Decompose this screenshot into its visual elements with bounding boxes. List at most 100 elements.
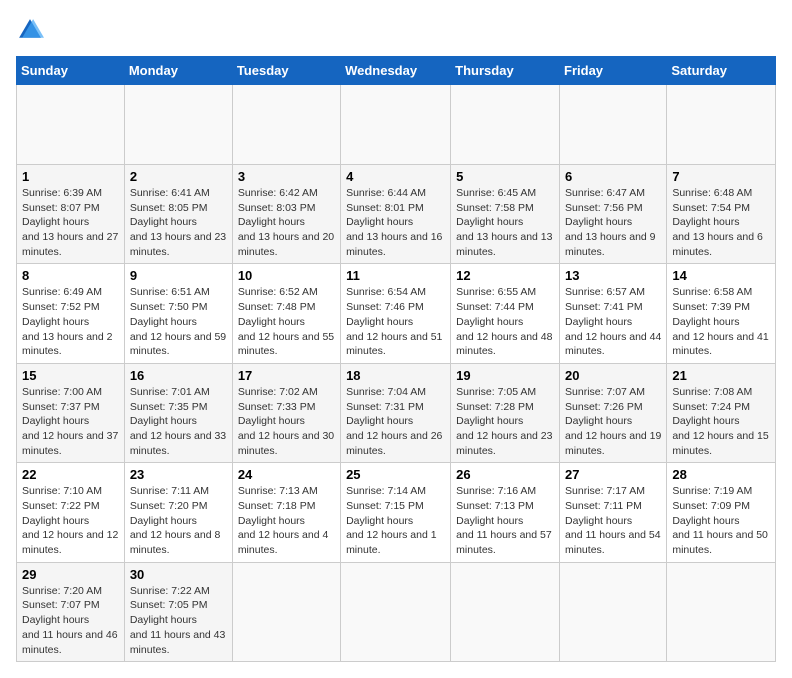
day-info: Sunrise: 7:07 AM Sunset: 7:26 PM Dayligh…: [565, 385, 661, 458]
day-info: Sunrise: 6:42 AM Sunset: 8:03 PM Dayligh…: [238, 186, 335, 259]
sunrise-label: Sunrise: 6:42 AM: [238, 187, 318, 199]
day-number: 27: [565, 467, 661, 482]
day-number: 25: [346, 467, 445, 482]
calendar-cell: 4 Sunrise: 6:44 AM Sunset: 8:01 PM Dayli…: [341, 165, 451, 264]
daylight-label: Daylight hours: [672, 515, 739, 527]
daylight-label: Daylight hours: [456, 415, 523, 427]
daylight-value: and 12 hours and 44 minutes.: [565, 331, 661, 358]
calendar-cell: 15 Sunrise: 7:00 AM Sunset: 7:37 PM Dayl…: [17, 363, 125, 462]
sunrise-label: Sunrise: 6:47 AM: [565, 187, 645, 199]
daylight-value: and 13 hours and 13 minutes.: [456, 231, 552, 258]
sunset-label: Sunset: 7:50 PM: [130, 301, 208, 313]
daylight-value: and 12 hours and 33 minutes.: [130, 430, 226, 457]
day-number: 14: [672, 268, 770, 283]
day-number: 5: [456, 169, 554, 184]
daylight-value: and 12 hours and 37 minutes.: [22, 430, 118, 457]
daylight-value: and 13 hours and 20 minutes.: [238, 231, 334, 258]
day-of-week-header: Wednesday: [341, 57, 451, 85]
sunrise-label: Sunrise: 6:48 AM: [672, 187, 752, 199]
day-number: 22: [22, 467, 119, 482]
day-number: 30: [130, 567, 227, 582]
daylight-label: Daylight hours: [346, 415, 413, 427]
calendar-cell: 17 Sunrise: 7:02 AM Sunset: 7:33 PM Dayl…: [232, 363, 340, 462]
sunrise-label: Sunrise: 7:16 AM: [456, 485, 536, 497]
day-info: Sunrise: 7:01 AM Sunset: 7:35 PM Dayligh…: [130, 385, 227, 458]
day-info: Sunrise: 6:45 AM Sunset: 7:58 PM Dayligh…: [456, 186, 554, 259]
calendar-cell: 28 Sunrise: 7:19 AM Sunset: 7:09 PM Dayl…: [667, 463, 776, 562]
day-of-week-header: Monday: [124, 57, 232, 85]
sunrise-label: Sunrise: 6:51 AM: [130, 286, 210, 298]
daylight-label: Daylight hours: [565, 316, 632, 328]
day-info: Sunrise: 7:16 AM Sunset: 7:13 PM Dayligh…: [456, 484, 554, 557]
daylight-label: Daylight hours: [130, 515, 197, 527]
day-number: 23: [130, 467, 227, 482]
day-number: 2: [130, 169, 227, 184]
day-of-week-header: Tuesday: [232, 57, 340, 85]
calendar-cell: 11 Sunrise: 6:54 AM Sunset: 7:46 PM Dayl…: [341, 264, 451, 363]
daylight-label: Daylight hours: [456, 316, 523, 328]
daylight-value: and 11 hours and 54 minutes.: [565, 529, 661, 556]
sunrise-label: Sunrise: 7:07 AM: [565, 386, 645, 398]
calendar-cell: 16 Sunrise: 7:01 AM Sunset: 7:35 PM Dayl…: [124, 363, 232, 462]
daylight-value: and 13 hours and 6 minutes.: [672, 231, 763, 258]
calendar-cell: 25 Sunrise: 7:14 AM Sunset: 7:15 PM Dayl…: [341, 463, 451, 562]
sunrise-label: Sunrise: 6:44 AM: [346, 187, 426, 199]
day-info: Sunrise: 6:39 AM Sunset: 8:07 PM Dayligh…: [22, 186, 119, 259]
logo-icon: [16, 16, 44, 44]
sunrise-label: Sunrise: 6:41 AM: [130, 187, 210, 199]
day-number: 8: [22, 268, 119, 283]
sunset-label: Sunset: 7:28 PM: [456, 401, 534, 413]
day-info: Sunrise: 6:55 AM Sunset: 7:44 PM Dayligh…: [456, 285, 554, 358]
daylight-label: Daylight hours: [22, 316, 89, 328]
day-info: Sunrise: 6:58 AM Sunset: 7:39 PM Dayligh…: [672, 285, 770, 358]
calendar-cell: [17, 85, 125, 165]
day-info: Sunrise: 7:02 AM Sunset: 7:33 PM Dayligh…: [238, 385, 335, 458]
calendar-week-row: 22 Sunrise: 7:10 AM Sunset: 7:22 PM Dayl…: [17, 463, 776, 562]
sunset-label: Sunset: 7:05 PM: [130, 599, 208, 611]
calendar-cell: 7 Sunrise: 6:48 AM Sunset: 7:54 PM Dayli…: [667, 165, 776, 264]
calendar-cell: [232, 85, 340, 165]
day-number: 19: [456, 368, 554, 383]
calendar-cell: 19 Sunrise: 7:05 AM Sunset: 7:28 PM Dayl…: [451, 363, 560, 462]
sunrise-label: Sunrise: 7:11 AM: [130, 485, 209, 497]
daylight-label: Daylight hours: [238, 415, 305, 427]
day-number: 20: [565, 368, 661, 383]
day-number: 17: [238, 368, 335, 383]
calendar-cell: 14 Sunrise: 6:58 AM Sunset: 7:39 PM Dayl…: [667, 264, 776, 363]
day-info: Sunrise: 7:19 AM Sunset: 7:09 PM Dayligh…: [672, 484, 770, 557]
day-number: 9: [130, 268, 227, 283]
day-info: Sunrise: 7:13 AM Sunset: 7:18 PM Dayligh…: [238, 484, 335, 557]
day-info: Sunrise: 7:11 AM Sunset: 7:20 PM Dayligh…: [130, 484, 227, 557]
sunrise-label: Sunrise: 6:58 AM: [672, 286, 752, 298]
daylight-value: and 12 hours and 51 minutes.: [346, 331, 442, 358]
day-info: Sunrise: 6:51 AM Sunset: 7:50 PM Dayligh…: [130, 285, 227, 358]
daylight-value: and 13 hours and 16 minutes.: [346, 231, 442, 258]
day-info: Sunrise: 7:17 AM Sunset: 7:11 PM Dayligh…: [565, 484, 661, 557]
sunrise-label: Sunrise: 7:19 AM: [672, 485, 752, 497]
day-info: Sunrise: 7:10 AM Sunset: 7:22 PM Dayligh…: [22, 484, 119, 557]
sunset-label: Sunset: 7:20 PM: [130, 500, 208, 512]
daylight-label: Daylight hours: [565, 216, 632, 228]
sunset-label: Sunset: 7:52 PM: [22, 301, 100, 313]
calendar-table: SundayMondayTuesdayWednesdayThursdayFrid…: [16, 56, 776, 662]
daylight-label: Daylight hours: [130, 216, 197, 228]
calendar-cell: [667, 85, 776, 165]
daylight-label: Daylight hours: [346, 216, 413, 228]
daylight-label: Daylight hours: [565, 415, 632, 427]
calendar-cell: 6 Sunrise: 6:47 AM Sunset: 7:56 PM Dayli…: [560, 165, 667, 264]
calendar-cell: 23 Sunrise: 7:11 AM Sunset: 7:20 PM Dayl…: [124, 463, 232, 562]
daylight-value: and 12 hours and 55 minutes.: [238, 331, 334, 358]
day-number: 21: [672, 368, 770, 383]
day-info: Sunrise: 7:05 AM Sunset: 7:28 PM Dayligh…: [456, 385, 554, 458]
calendar-cell: 1 Sunrise: 6:39 AM Sunset: 8:07 PM Dayli…: [17, 165, 125, 264]
sunset-label: Sunset: 7:11 PM: [565, 500, 642, 512]
sunset-label: Sunset: 8:03 PM: [238, 202, 316, 214]
daylight-label: Daylight hours: [672, 316, 739, 328]
calendar-cell: 27 Sunrise: 7:17 AM Sunset: 7:11 PM Dayl…: [560, 463, 667, 562]
day-number: 28: [672, 467, 770, 482]
day-number: 10: [238, 268, 335, 283]
sunrise-label: Sunrise: 7:14 AM: [346, 485, 426, 497]
sunset-label: Sunset: 7:09 PM: [672, 500, 750, 512]
sunset-label: Sunset: 7:48 PM: [238, 301, 316, 313]
sunset-label: Sunset: 7:24 PM: [672, 401, 750, 413]
